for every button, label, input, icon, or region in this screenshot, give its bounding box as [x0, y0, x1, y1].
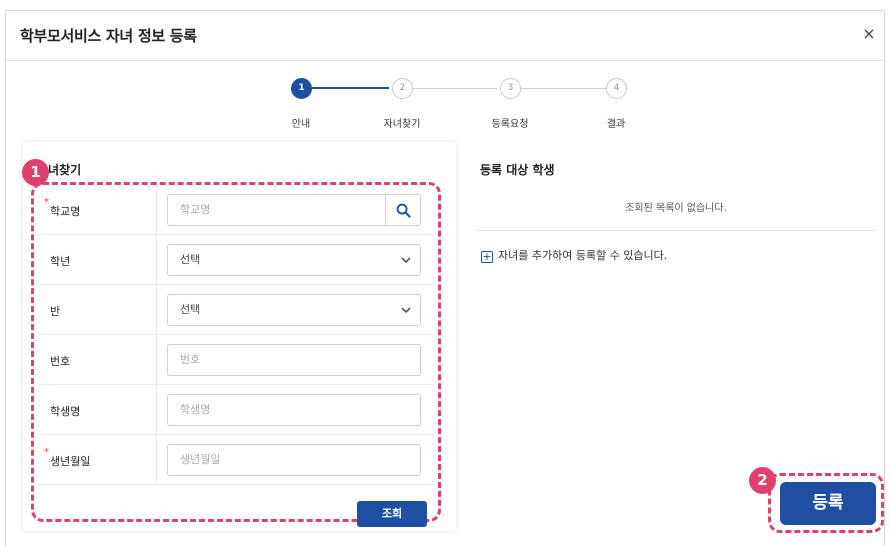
- divider: [476, 230, 876, 231]
- number-input[interactable]: 번호: [167, 344, 421, 376]
- grade-select-value: 선택: [180, 253, 201, 266]
- column-divider: [156, 435, 157, 484]
- step-2-circle: 2: [392, 78, 413, 99]
- step-4-circle: 4: [606, 78, 627, 99]
- birthdate-input[interactable]: 생년월일: [167, 444, 421, 476]
- column-divider: [156, 185, 157, 234]
- plus-box-icon: +: [481, 250, 493, 263]
- step-4-label: 결과: [606, 119, 626, 130]
- progress-stepper: 1 2 3 4 안내 자녀찾기 등록요청 결과: [6, 11, 884, 141]
- birthdate-label: 생년월일: [50, 455, 91, 468]
- child-registration-modal: 학부모서비스 자녀 정보 등록 × 1 2 3 4 안내 자녀찾기 등록요청 결…: [5, 10, 885, 546]
- column-divider: [156, 335, 157, 384]
- birthdate-row: * 생년월일 생년월일: [38, 435, 434, 485]
- register-button[interactable]: 등록: [780, 482, 876, 525]
- student-name-input[interactable]: 학생명: [167, 394, 421, 426]
- school-search-button[interactable]: [385, 194, 421, 226]
- school-row: * 학교명 학교명: [38, 185, 434, 235]
- step-connector-1: [312, 87, 389, 89]
- class-row: 반 선택: [38, 285, 434, 335]
- step-connector-3: [521, 88, 606, 89]
- chevron-down-icon: [401, 257, 411, 264]
- number-row: 번호 번호: [38, 335, 434, 385]
- grade-select[interactable]: 선택: [167, 244, 421, 276]
- number-label: 번호: [50, 355, 71, 368]
- required-mark: *: [44, 197, 49, 208]
- column-divider: [156, 285, 157, 334]
- step-connector-2: [413, 88, 497, 89]
- registration-target-title: 등록 대상 학생: [480, 163, 555, 177]
- column-divider: [156, 235, 157, 284]
- school-label: 학교명: [50, 205, 81, 218]
- step-3-circle: 3: [500, 78, 521, 99]
- class-select[interactable]: 선택: [167, 294, 421, 326]
- step-3-label: 등록요청: [491, 119, 529, 130]
- find-child-panel: 자녀찾기 1 * 학교명 학교명 학년 선택 반 선택 번호 번호 학생명 학생…: [22, 142, 456, 531]
- step-2-label: 자녀찾기: [383, 119, 421, 130]
- step-badge-2: 2: [749, 467, 776, 494]
- class-select-value: 선택: [180, 303, 201, 316]
- grade-label: 학년: [50, 255, 71, 268]
- grade-row: 학년 선택: [38, 235, 434, 285]
- search-icon: [396, 203, 411, 218]
- add-child-hint-text: 자녀를 추가하여 등록할 수 있습니다.: [498, 249, 668, 262]
- student-name-row: 학생명 학생명: [38, 385, 434, 435]
- student-name-label: 학생명: [50, 405, 81, 418]
- column-divider: [156, 385, 157, 434]
- registration-target-panel: 등록 대상 학생 조회된 목록이 없습니다. + 자녀를 추가하여 등록할 수 있…: [476, 142, 876, 342]
- step-badge-1: 1: [22, 159, 49, 186]
- required-mark: *: [44, 447, 49, 458]
- school-name-input[interactable]: 학교명: [167, 194, 421, 226]
- class-label: 반: [50, 305, 61, 318]
- chevron-down-icon: [401, 307, 411, 314]
- add-child-hint[interactable]: + 자녀를 추가하여 등록할 수 있습니다.: [481, 247, 667, 263]
- step-1-label: 안내: [291, 119, 311, 130]
- empty-list-message: 조회된 목록이 없습니다.: [625, 203, 727, 214]
- lookup-button[interactable]: 조회: [357, 501, 427, 527]
- register-highlight: 2 등록: [749, 467, 884, 533]
- search-form: 1 * 학교명 학교명 학년 선택 반 선택 번호 번호 학생명 학생명 * 생…: [22, 159, 441, 527]
- step-1-circle: 1: [291, 78, 312, 99]
